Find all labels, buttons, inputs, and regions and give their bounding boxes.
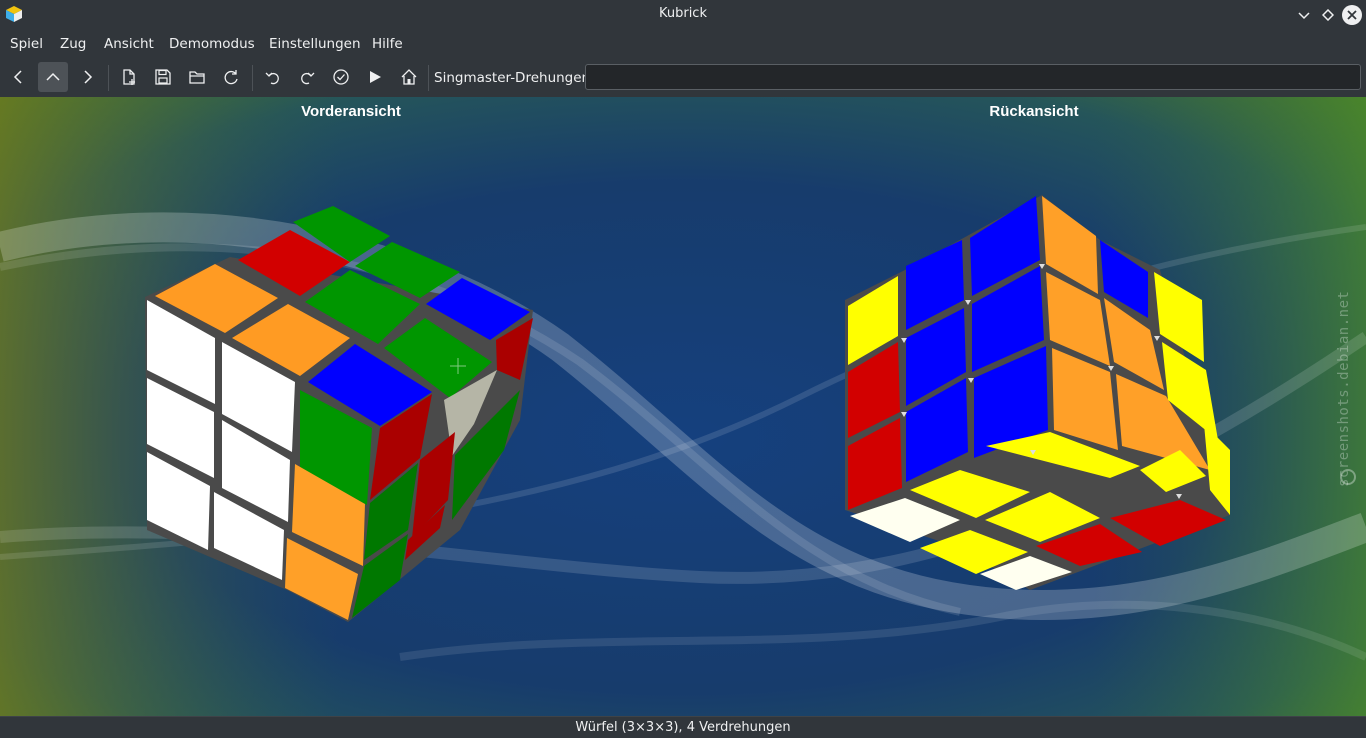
chevron-down-icon	[1298, 12, 1310, 20]
menu-spiel[interactable]: Spiel	[10, 36, 43, 52]
watermark-logo-icon	[1340, 469, 1356, 485]
chevron-right-icon	[84, 70, 93, 84]
new-game-button[interactable]	[114, 62, 144, 92]
open-button[interactable]	[182, 62, 212, 92]
status-text: Würfel (3×3×3), 4 Verdrehungen	[575, 720, 791, 735]
window-title: Kubrick	[658, 6, 707, 21]
back-cube[interactable]	[0, 97, 1366, 716]
forward-button[interactable]	[72, 62, 102, 92]
menu-zug[interactable]: Zug	[60, 36, 86, 52]
new-document-icon	[123, 69, 135, 85]
up-button[interactable]	[38, 62, 68, 92]
singmaster-label: Singmaster-Drehungen	[434, 70, 591, 86]
reload-icon	[224, 70, 238, 85]
redo-icon	[301, 72, 315, 85]
play-button[interactable]	[360, 62, 390, 92]
title-bar: Kubrick	[0, 0, 1366, 29]
toolbar-separator	[108, 65, 109, 91]
menu-ansicht[interactable]: Ansicht	[104, 36, 154, 52]
solve-button[interactable]	[326, 62, 356, 92]
menu-hilfe[interactable]: Hilfe	[372, 36, 403, 52]
undo-button[interactable]	[258, 62, 288, 92]
menu-demomodus[interactable]: Demomodus	[169, 36, 255, 52]
home-button[interactable]	[394, 62, 424, 92]
chevron-left-icon	[13, 70, 22, 84]
toolbar-separator	[428, 65, 429, 91]
chevron-up-icon	[46, 72, 60, 81]
maximize-button[interactable]	[1318, 5, 1338, 25]
reload-button[interactable]	[216, 62, 246, 92]
toolbar-separator	[252, 65, 253, 91]
singmaster-input[interactable]	[585, 64, 1361, 90]
close-icon	[1347, 10, 1357, 20]
watermark-text: screenshots.debian.net	[1336, 290, 1352, 487]
close-button[interactable]	[1342, 5, 1362, 25]
home-icon	[401, 69, 417, 85]
menu-bar: Spiel Zug Ansicht Demomodus Einstellunge…	[0, 29, 1366, 59]
status-bar: Würfel (3×3×3), 4 Verdrehungen	[0, 716, 1366, 738]
undo-icon	[265, 72, 279, 85]
minimize-button[interactable]	[1294, 5, 1314, 25]
menu-einstellungen[interactable]: Einstellungen	[269, 36, 361, 52]
save-button[interactable]	[148, 62, 178, 92]
check-icon	[333, 69, 349, 85]
cube-viewport[interactable]: Vorderansicht Rückansicht screenshots.de…	[0, 97, 1366, 716]
diamond-icon	[1322, 9, 1334, 21]
redo-button[interactable]	[292, 62, 322, 92]
play-icon	[370, 71, 381, 83]
open-folder-icon	[189, 71, 205, 84]
save-icon	[155, 69, 171, 85]
toolbar: Singmaster-Drehungen	[0, 59, 1366, 97]
back-button[interactable]	[4, 62, 34, 92]
